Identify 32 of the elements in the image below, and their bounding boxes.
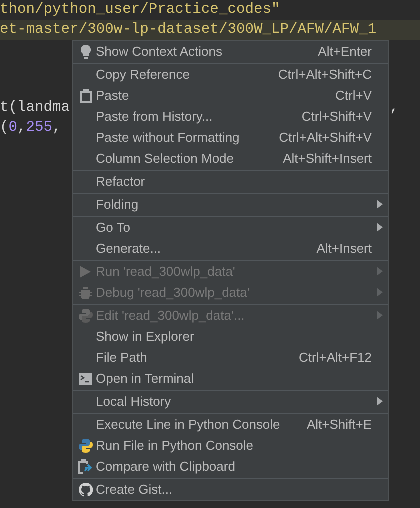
menu-item[interactable]: Local History — [73, 391, 388, 412]
menu-item[interactable]: Paste without Formatting Ctrl+Alt+Shift+V — [73, 127, 388, 148]
menu-item[interactable]: File Path Ctrl+Alt+F12 — [73, 347, 388, 368]
menu-item[interactable]: Generate... Alt+Insert — [73, 238, 388, 259]
menu-item[interactable]: Create Gist... — [73, 479, 388, 500]
menu-item[interactable]: Paste from History... Ctrl+Shift+V — [73, 106, 388, 127]
menu-item[interactable]: Open in Terminal — [73, 368, 388, 389]
menu-item[interactable]: Paste Ctrl+V — [73, 85, 388, 106]
menu-item[interactable]: Refactor — [73, 171, 388, 192]
code-line: thon/python_user/Practice_codes" — [0, 2, 280, 18]
code-line: et-master/300w-lp-dataset/300W_LP/AFW/AFW_1 — [0, 22, 377, 38]
menu-item[interactable]: Folding — [73, 194, 388, 215]
github-icon — [78, 482, 92, 496]
bug-icon — [79, 286, 92, 299]
terminal-icon — [79, 372, 92, 384]
play-icon — [80, 266, 91, 278]
python-icon — [78, 308, 92, 322]
python-icon — [78, 438, 92, 452]
code-line: t(landma — [0, 100, 70, 116]
code-line: (0,255, — [0, 120, 62, 136]
menu-item[interactable]: Show in Explorer — [73, 326, 388, 347]
clipboard-icon — [80, 88, 92, 102]
code-text: , — [390, 100, 400, 116]
menu-item[interactable]: Copy Reference Ctrl+Alt+Shift+C — [73, 64, 388, 85]
menu-item[interactable]: Column Selection Mode Alt+Shift+Insert — [73, 148, 388, 169]
compare-clipboard-icon — [78, 459, 93, 474]
menu-item[interactable]: Go To — [73, 217, 388, 238]
menu-item[interactable]: Run File in Python Console — [73, 435, 388, 456]
menu-item[interactable]: Execute Line in Python Console Alt+Shift+E — [73, 414, 388, 435]
lightbulb-icon — [80, 44, 90, 58]
menu-item[interactable]: Compare with Clipboard — [73, 456, 388, 477]
menu-item[interactable]: Show Context Actions Alt+Enter — [73, 41, 388, 62]
